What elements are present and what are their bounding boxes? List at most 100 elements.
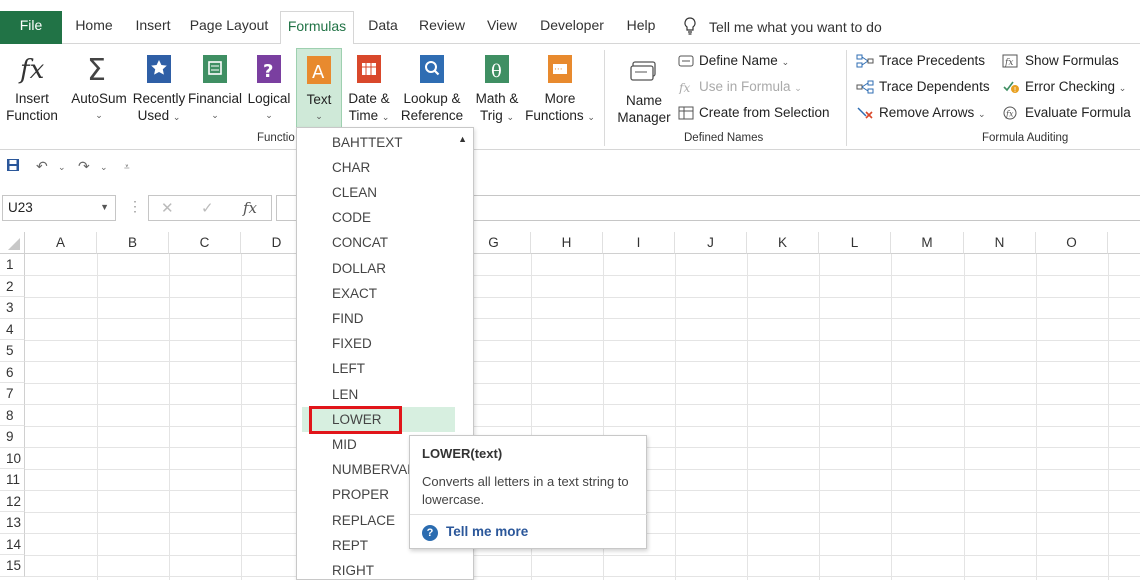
row-header[interactable]: 13 [0, 512, 25, 534]
chevron-down-icon[interactable]: ▼ [100, 202, 109, 212]
column-header[interactable]: A [25, 232, 97, 254]
trace-dependents-button[interactable]: Trace Dependents [856, 79, 990, 94]
autosum-button[interactable]: Σ AutoSum ⌄ [68, 52, 130, 124]
chevron-down-icon[interactable]: ⌄ [58, 162, 66, 173]
name-manager-button[interactable]: Name Manager [612, 54, 676, 126]
column-header[interactable]: H [531, 232, 603, 254]
customize-qat-icon[interactable]: ⩡ [124, 162, 130, 173]
row-header[interactable]: 11 [0, 469, 25, 491]
question-book-icon: ? [257, 55, 281, 83]
chevron-down-icon: ⌄ [95, 110, 103, 120]
tab-home[interactable]: Home [66, 11, 122, 44]
tab-view[interactable]: View [480, 11, 524, 44]
math-trig-button[interactable]: θ Math & Trig ⌄ [472, 52, 522, 126]
row-header[interactable]: 15 [0, 555, 25, 577]
dropdown-item-right[interactable]: RIGHT [297, 558, 473, 579]
recently-used-button[interactable]: Recently Used ⌄ [131, 52, 187, 126]
tab-insert[interactable]: Insert [128, 11, 178, 44]
trace-precedents-button[interactable]: Trace Precedents [856, 53, 985, 68]
chevron-down-icon[interactable]: ⌄ [100, 162, 108, 173]
gridline [675, 254, 676, 580]
dropdown-item-concat[interactable]: CONCAT [297, 230, 473, 255]
dropdown-item-left[interactable]: LEFT [297, 356, 473, 381]
column-header[interactable]: J [675, 232, 747, 254]
tab-page-layout[interactable]: Page Layout [184, 11, 274, 44]
star-book-icon [147, 55, 171, 83]
gridline [25, 361, 1140, 362]
row-header[interactable]: 9 [0, 426, 25, 448]
save-icon[interactable] [6, 158, 20, 175]
row-header[interactable]: 10 [0, 447, 25, 469]
ribbon: fx Insert Function Σ AutoSum ⌄ Recently … [0, 44, 1140, 150]
gridline [1108, 254, 1109, 580]
column-header[interactable] [1108, 232, 1140, 254]
dropdown-item-bahttext[interactable]: BAHTTEXT [297, 130, 473, 155]
row-header[interactable]: 7 [0, 383, 25, 405]
row-header[interactable]: 8 [0, 404, 25, 426]
error-checking-icon: ! [1003, 81, 1019, 94]
column-header[interactable]: M [891, 232, 964, 254]
error-checking-button[interactable]: ! Error Checking ⌄ [1002, 79, 1126, 94]
enter-icon[interactable]: ✓ [201, 199, 214, 217]
create-from-selection-icon [678, 106, 694, 120]
tab-data[interactable]: Data [362, 11, 404, 44]
tab-review[interactable]: Review [414, 11, 470, 44]
column-header[interactable]: L [819, 232, 891, 254]
dropdown-item-clean[interactable]: CLEAN [297, 180, 473, 205]
column-header[interactable]: K [747, 232, 819, 254]
row-header[interactable]: 12 [0, 490, 25, 512]
dropdown-item-len[interactable]: LEN [297, 382, 473, 407]
redo-icon[interactable]: ↷ [78, 158, 90, 175]
dropdown-item-fixed[interactable]: FIXED [297, 331, 473, 356]
logical-button[interactable]: ? Logical ⌄ [245, 52, 293, 124]
text-functions-button[interactable]: A Text ⌄ [296, 48, 342, 128]
column-header[interactable]: I [603, 232, 675, 254]
tab-developer[interactable]: Developer [536, 11, 608, 44]
svg-text:!: ! [1014, 86, 1017, 94]
dropdown-item-code[interactable]: CODE [297, 205, 473, 230]
tab-file[interactable]: File [0, 11, 62, 44]
drag-handle-icon[interactable]: ⋮ [128, 198, 142, 215]
row-header[interactable]: 14 [0, 533, 25, 555]
financial-button[interactable]: Financial ⌄ [188, 52, 242, 124]
more-functions-button[interactable]: ··· More Functions ⌄ [524, 52, 596, 126]
row-header[interactable]: 5 [0, 340, 25, 362]
dropdown-item-find[interactable]: FIND [297, 306, 473, 331]
row-header[interactable]: 4 [0, 318, 25, 340]
dropdown-item-dollar[interactable]: DOLLAR [297, 256, 473, 281]
select-all-corner[interactable] [0, 232, 25, 254]
tab-formulas[interactable]: Formulas [280, 11, 354, 45]
define-name-button[interactable]: Define Name ⌄ [678, 53, 789, 68]
show-formulas-button[interactable]: fx Show Formulas [1002, 53, 1119, 68]
tell-me-more-link[interactable]: ? Tell me more [422, 524, 528, 541]
chevron-down-icon: ⌄ [315, 111, 323, 121]
column-header[interactable]: B [97, 232, 169, 254]
dropdown-item-exact[interactable]: EXACT [297, 281, 473, 306]
column-header[interactable]: N [964, 232, 1036, 254]
insert-function-fx-button[interactable]: fx [243, 199, 257, 217]
create-from-selection-button[interactable]: Create from Selection [678, 105, 830, 120]
tab-help[interactable]: Help [620, 11, 662, 44]
dropdown-item-char[interactable]: CHAR [297, 155, 473, 180]
svg-text:Σ: Σ [87, 53, 106, 86]
row-header[interactable]: 6 [0, 361, 25, 383]
chevron-down-icon: ⌄ [781, 57, 790, 67]
evaluate-formula-button[interactable]: fx Evaluate Formula [1002, 105, 1131, 120]
remove-arrows-button[interactable]: Remove Arrows ⌄ [856, 105, 986, 120]
row-header[interactable]: 2 [0, 275, 25, 297]
chevron-down-icon: ⌄ [587, 112, 595, 122]
function-tooltip: LOWER(text) Converts all letters in a te… [409, 435, 648, 549]
column-header[interactable]: C [169, 232, 241, 254]
svg-text:···: ··· [554, 65, 563, 75]
chevron-down-icon: ⌄ [265, 110, 273, 120]
cancel-icon[interactable]: ✕ [161, 199, 174, 217]
row-header[interactable]: 3 [0, 297, 25, 319]
column-header[interactable]: O [1036, 232, 1108, 254]
insert-function-button[interactable]: fx Insert Function [2, 52, 62, 124]
undo-icon[interactable]: ↶ [36, 158, 48, 175]
gridline [25, 576, 1140, 577]
row-header[interactable]: 1 [0, 254, 25, 276]
tell-me-box[interactable]: Tell me what you want to do [683, 17, 882, 35]
date-time-button[interactable]: Date & Time ⌄ [344, 52, 394, 126]
name-box[interactable]: U23 ▼ [2, 195, 116, 221]
